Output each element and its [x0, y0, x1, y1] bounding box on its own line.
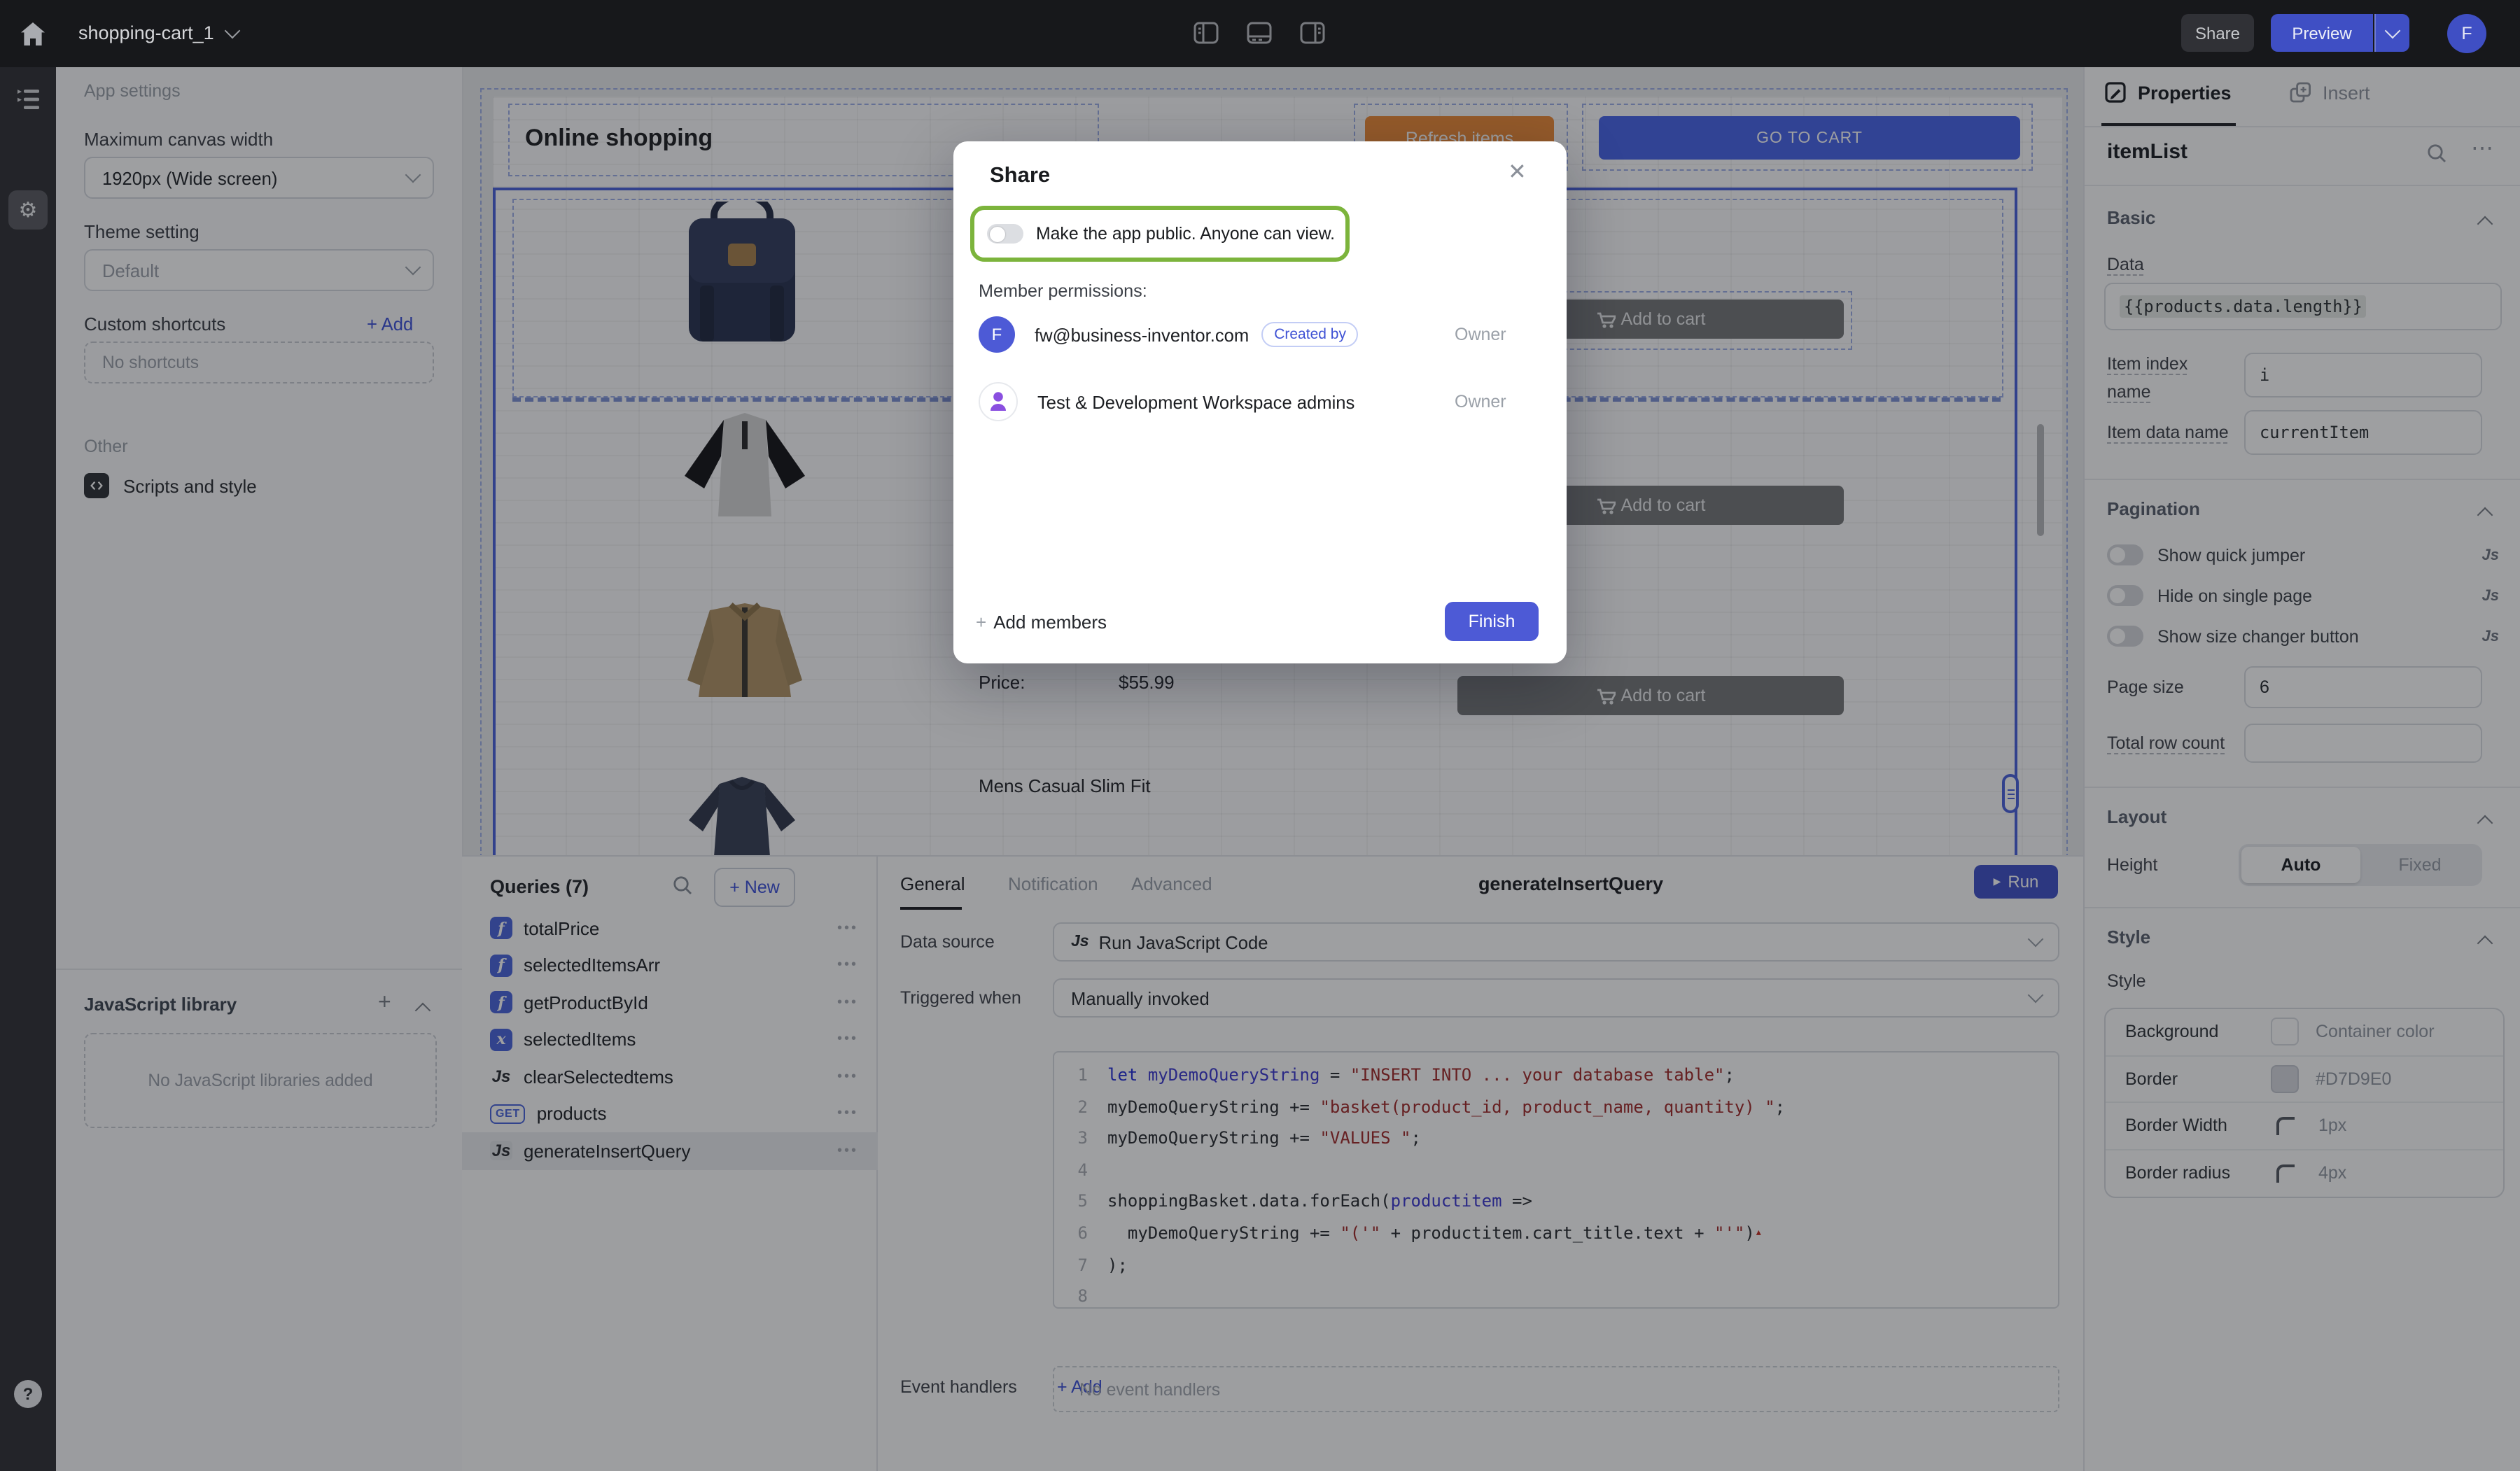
chevron-down-icon	[224, 23, 240, 39]
member-name: fw@business-inventor.com	[1035, 324, 1249, 345]
public-toggle[interactable]	[987, 224, 1023, 244]
public-toggle-label: Make the app public. Anyone can view.	[1036, 224, 1335, 244]
member-row: Test & Development Workspace admins Owner	[979, 383, 1541, 420]
avatar: F	[979, 316, 1015, 353]
group-avatar-icon	[979, 382, 1018, 421]
screenshot-stage: Online shopping Refresh items GO TO CART	[0, 0, 2520, 1471]
finish-button[interactable]: Finish	[1445, 602, 1539, 641]
add-members-link[interactable]: + Add members	[976, 612, 1107, 633]
preview-button[interactable]: Preview	[2271, 14, 2373, 52]
home-icon[interactable]	[20, 21, 46, 48]
public-toggle-highlight: Make the app public. Anyone can view.	[970, 206, 1350, 262]
share-button[interactable]: Share	[2181, 14, 2254, 52]
created-by-badge: Created by	[1261, 322, 1359, 347]
member-name: Test & Development Workspace admins	[1037, 391, 1354, 412]
app-title-text: shopping-cart_1	[78, 22, 214, 43]
member-permissions-label: Member permissions:	[979, 281, 1147, 301]
member-role[interactable]: Owner	[1455, 392, 1506, 411]
preview-dropdown-button[interactable]	[2374, 14, 2409, 52]
member-row: Ffw@business-inventor.com Created by Owner	[979, 316, 1541, 353]
chevron-down-icon	[2385, 23, 2401, 39]
app-builder-window: Online shopping Refresh items GO TO CART	[0, 0, 2520, 1471]
user-avatar[interactable]: F	[2447, 14, 2486, 53]
top-bar: shopping-cart_1 Share Preview F	[0, 0, 2520, 67]
toggle-left-panel-icon[interactable]	[1193, 20, 1219, 46]
add-members-label: Add members	[993, 612, 1107, 633]
modal-title: Share	[990, 164, 1050, 189]
app-title[interactable]: shopping-cart_1	[78, 0, 238, 67]
share-modal: Share ✕ Make the app public. Anyone can …	[953, 141, 1567, 663]
close-icon[interactable]: ✕	[1508, 158, 1527, 186]
plus-icon: +	[976, 612, 986, 633]
toggle-right-panel-icon[interactable]	[1299, 20, 1326, 46]
toggle-bottom-panel-icon[interactable]	[1246, 20, 1273, 46]
member-role[interactable]: Owner	[1455, 325, 1506, 344]
